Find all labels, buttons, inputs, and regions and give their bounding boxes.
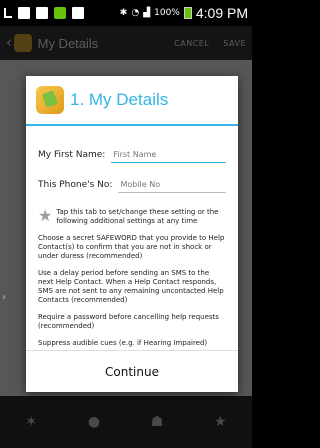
first-name-label: My First Name: bbox=[38, 150, 106, 160]
app-logo-icon bbox=[36, 86, 64, 114]
tip-row: ★ Tap this tab to set/change these setti… bbox=[38, 208, 226, 226]
safeword-text: Choose a secret SAFEWORD that you provid… bbox=[38, 234, 225, 260]
delay-text: Use a delay period before sending an SMS… bbox=[38, 269, 224, 304]
first-name-input[interactable] bbox=[111, 147, 226, 163]
phone-label: This Phone's No: bbox=[38, 180, 113, 190]
dialog-body: My First Name: This Phone's No: ★ Tap th… bbox=[26, 126, 238, 348]
dialog-header: 1. My Details bbox=[26, 76, 238, 126]
audible-cues-text: Suppress audible cues (e.g. if Hearing I… bbox=[38, 339, 208, 347]
image-icon bbox=[18, 7, 30, 19]
battery-icon bbox=[183, 7, 192, 19]
bluetooth-icon: ✱ bbox=[119, 8, 128, 18]
star-icon: ★ bbox=[38, 206, 53, 225]
first-name-row: My First Name: bbox=[38, 144, 226, 166]
dialog-footer: Continue bbox=[26, 350, 238, 392]
app-notification-icon bbox=[54, 7, 66, 19]
signal-icon: ▟ bbox=[143, 8, 151, 18]
wifi-icon: ◔ bbox=[131, 8, 140, 18]
tip-text: Tap this tab to set/change these setting… bbox=[56, 208, 219, 225]
side-drawer-arrow-icon[interactable]: › bbox=[2, 292, 6, 303]
clock: 4:09 PM bbox=[195, 5, 248, 21]
checkbox-notification-icon bbox=[72, 7, 84, 19]
password-text: Require a password before cancelling hel… bbox=[38, 313, 219, 330]
my-details-dialog: 1. My Details My First Name: This Phone'… bbox=[26, 76, 238, 392]
dialog-title: 1. My Details bbox=[70, 90, 169, 109]
phone-input[interactable] bbox=[118, 177, 226, 193]
usb-icon bbox=[4, 8, 12, 18]
status-bar: ✱ ◔ ▟ 100% 4:09 PM bbox=[0, 0, 252, 26]
bbm-icon bbox=[36, 7, 48, 19]
phone-row: This Phone's No: bbox=[38, 174, 226, 196]
battery-percent: 100% bbox=[154, 8, 180, 18]
continue-button[interactable]: Continue bbox=[105, 365, 159, 379]
